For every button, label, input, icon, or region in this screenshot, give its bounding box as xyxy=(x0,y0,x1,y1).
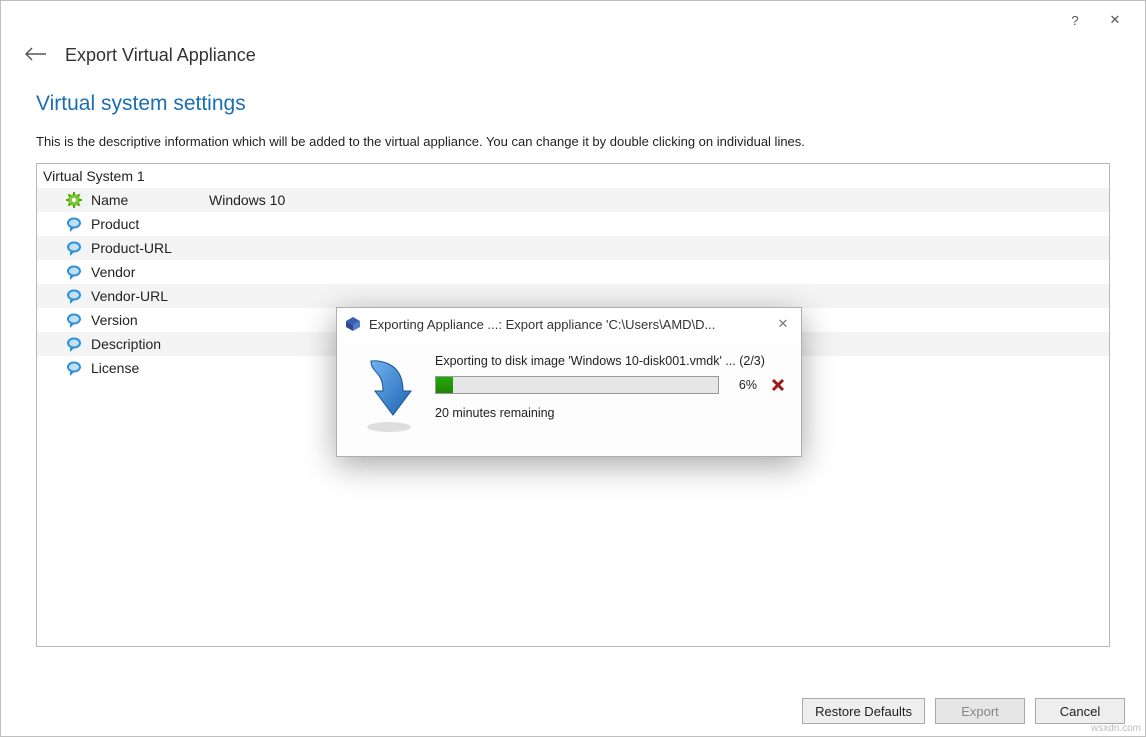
time-remaining: 20 minutes remaining xyxy=(435,406,787,420)
speech-bubble-icon xyxy=(65,311,83,329)
section-description: This is the descriptive information whic… xyxy=(36,134,1110,149)
speech-bubble-icon xyxy=(65,215,83,233)
table-row[interactable]: Vendor-URL xyxy=(37,284,1109,308)
cancel-export-button[interactable] xyxy=(769,376,787,394)
speech-bubble-icon xyxy=(65,239,83,257)
section-title: Virtual system settings xyxy=(36,92,1110,116)
virtual-system-label: Virtual System 1 xyxy=(43,168,145,184)
progress-fill xyxy=(436,377,453,393)
gear-icon xyxy=(65,191,83,209)
export-arrow-icon xyxy=(347,350,425,440)
restore-defaults-button[interactable]: Restore Defaults xyxy=(802,698,925,724)
row-label: Version xyxy=(91,312,209,328)
export-appliance-window: ? ✕ Export Virtual Appliance Virtual sys… xyxy=(0,0,1146,737)
row-label: Description xyxy=(91,336,209,352)
table-row[interactable]: Product-URL xyxy=(37,236,1109,260)
row-label: Vendor-URL xyxy=(91,288,209,304)
dialog-info: Exporting to disk image 'Windows 10-disk… xyxy=(435,350,787,440)
table-row[interactable]: Name Windows 10 xyxy=(37,188,1109,212)
help-icon: ? xyxy=(1071,13,1078,28)
row-label: Product-URL xyxy=(91,240,209,256)
speech-bubble-icon xyxy=(65,359,83,377)
table-row[interactable]: Vendor xyxy=(37,260,1109,284)
dialog-title: Exporting Appliance ...: Export applianc… xyxy=(369,317,765,332)
export-button[interactable]: Export xyxy=(935,698,1025,724)
dialog-close-button[interactable]: ✕ xyxy=(773,316,793,332)
wizard-header: Export Virtual Appliance xyxy=(1,39,1145,76)
progress-row: 6% xyxy=(435,376,787,394)
export-progress-dialog: Exporting Appliance ...: Export applianc… xyxy=(336,307,802,457)
speech-bubble-icon xyxy=(65,287,83,305)
watermark: wsxdn.com xyxy=(1091,723,1141,734)
progress-percent: 6% xyxy=(731,378,757,392)
row-value: Windows 10 xyxy=(209,192,1109,208)
progress-bar xyxy=(435,376,719,394)
virtualbox-cube-icon xyxy=(345,316,361,332)
help-button[interactable]: ? xyxy=(1055,5,1095,35)
footer-buttons: Restore Defaults Export Cancel xyxy=(802,698,1125,724)
speech-bubble-icon xyxy=(65,263,83,281)
row-label: Product xyxy=(91,216,209,232)
close-button[interactable]: ✕ xyxy=(1095,5,1135,35)
row-label: Name xyxy=(91,192,209,208)
table-row[interactable]: Product xyxy=(37,212,1109,236)
cancel-button[interactable]: Cancel xyxy=(1035,698,1125,724)
dialog-titlebar: Exporting Appliance ...: Export applianc… xyxy=(337,308,801,340)
speech-bubble-icon xyxy=(65,335,83,353)
virtual-system-header-row[interactable]: Virtual System 1 xyxy=(37,164,1109,188)
export-status-text: Exporting to disk image 'Windows 10-disk… xyxy=(435,354,787,368)
row-label: License xyxy=(91,360,209,376)
window-titlebar: ? ✕ xyxy=(1,1,1145,39)
wizard-title: Export Virtual Appliance xyxy=(65,45,256,66)
row-label: Vendor xyxy=(91,264,209,280)
close-icon: ✕ xyxy=(1110,12,1121,28)
back-arrow-icon[interactable] xyxy=(25,47,47,64)
dialog-body: Exporting to disk image 'Windows 10-disk… xyxy=(337,340,801,456)
